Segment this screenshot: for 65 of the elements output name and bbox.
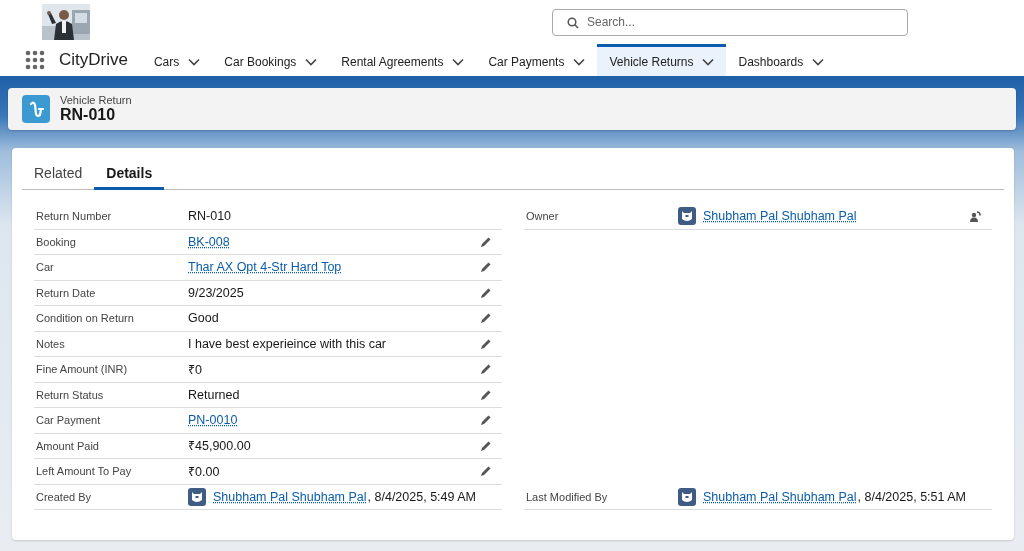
pencil-icon[interactable] (480, 465, 492, 478)
field-label: Car Payment (36, 414, 102, 427)
field-label: Return Number (36, 210, 113, 223)
pencil-icon[interactable] (480, 363, 492, 376)
record-title: RN-010 (60, 106, 117, 124)
object-label: Vehicle Return (60, 94, 132, 106)
user-link[interactable]: Shubham Pal Shubham Pal (703, 489, 857, 504)
pencil-icon[interactable] (480, 414, 492, 427)
user-avatar-icon (188, 487, 206, 506)
field-value: RN-010 (188, 209, 232, 224)
chevron-down-icon (452, 57, 465, 66)
app-launcher-icon[interactable] (25, 50, 45, 70)
field-label: Car (36, 261, 55, 274)
app-name: CityDrive (59, 50, 128, 70)
pencil-icon[interactable] (480, 286, 492, 299)
nav-tab[interactable]: Car Bookings (212, 44, 330, 76)
nav-tab[interactable]: Car Payments (476, 44, 598, 76)
nav-tab[interactable]: Vehicle Returns (597, 44, 727, 76)
pencil-icon[interactable] (480, 337, 492, 350)
timestamp: , 8/4/2025, 5:51 AM (857, 489, 966, 504)
user-avatar-icon (678, 487, 696, 506)
chevron-down-icon (305, 57, 318, 66)
field-value: Returned (188, 387, 240, 402)
field-label: Condition on Return (36, 312, 135, 325)
record-tab[interactable]: Details (94, 154, 165, 190)
chevron-down-icon (188, 57, 201, 66)
field-value: I have best experieince with this car (188, 336, 387, 351)
user-link[interactable]: Shubham Pal Shubham Pal (213, 489, 367, 504)
user-avatar-icon (678, 207, 696, 226)
field-label: Last Modified By (526, 490, 609, 503)
field-value: ₹0.00 (188, 463, 220, 480)
chevron-down-icon (702, 57, 715, 66)
field-label: Notes (36, 337, 66, 350)
chevron-down-icon (573, 57, 586, 66)
user-link[interactable]: Shubham Pal Shubham Pal (703, 209, 857, 224)
record-link[interactable]: Thar AX Opt 4-Str Hard Top (188, 260, 342, 275)
search-field[interactable]: Search... (552, 8, 908, 36)
field-label: Amount Paid (36, 439, 100, 452)
record-link[interactable]: PN-0010 (188, 413, 238, 428)
field-value: 9/23/2025 (188, 285, 244, 300)
field-value: ₹0 (188, 361, 202, 378)
pencil-icon[interactable] (480, 312, 492, 325)
field-label: Created By (36, 490, 93, 503)
nav-tab[interactable]: Rental Agreements (329, 44, 477, 76)
field-value: Good (188, 311, 219, 326)
field-label: Return Date (36, 286, 97, 299)
record-tab[interactable]: Related (22, 154, 95, 190)
record-link[interactable]: BK-008 (188, 234, 230, 249)
pencil-icon[interactable] (480, 261, 492, 274)
pencil-icon[interactable] (480, 388, 492, 401)
field-label: Left Amount To Pay (36, 465, 133, 478)
saxophone-icon (22, 95, 50, 123)
field-value: ₹45,900.00 (188, 438, 251, 455)
field-label: Owner (526, 210, 560, 223)
search-icon (567, 16, 579, 29)
field-label: Fine Amount (INR) (36, 363, 129, 376)
field-label: Booking (36, 235, 77, 248)
pencil-icon[interactable] (480, 439, 492, 452)
change-owner-icon[interactable] (969, 209, 982, 223)
nav-tab[interactable]: Cars (141, 44, 213, 76)
field-label: Return Status (36, 388, 105, 401)
chevron-down-icon (812, 57, 825, 66)
nav-tab[interactable]: Dashboards (726, 44, 837, 76)
timestamp: , 8/4/2025, 5:49 AM (367, 489, 476, 504)
pencil-icon[interactable] (480, 235, 492, 248)
